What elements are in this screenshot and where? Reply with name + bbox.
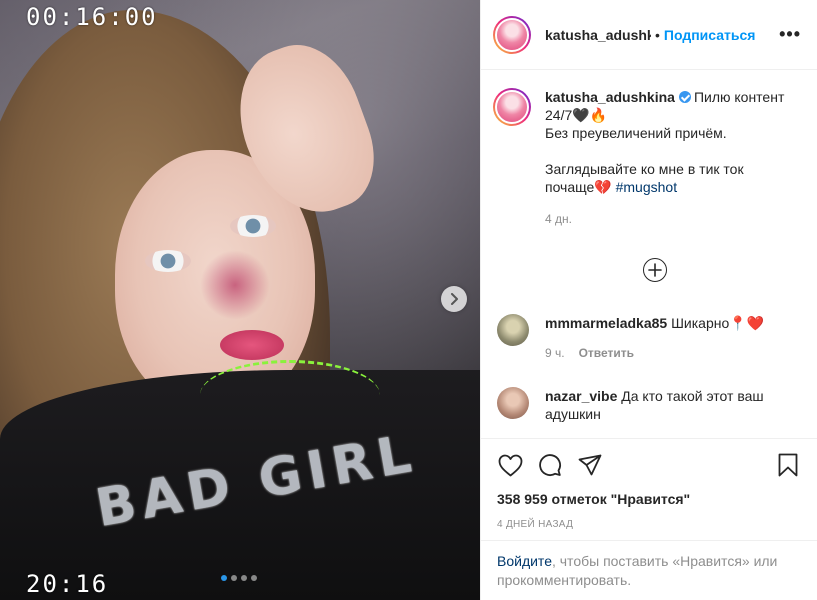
comment-item: mmmarmeladka85 Шикарно📍❤️ 9 ч. Ответить [497,314,790,362]
timestamp-bottom: 20:16 [26,570,109,598]
comment-avatar[interactable] [497,314,529,346]
reply-button[interactable]: Ответить [579,346,634,360]
more-options-icon[interactable]: ••• [779,24,801,45]
photo-shirt-trim [200,360,380,430]
post-sidebar: katusha_adushkina • Подписаться ••• katu… [480,0,817,600]
like-button[interactable] [497,452,523,478]
chevron-right-icon [451,293,458,305]
share-button[interactable] [577,452,603,478]
follow-button[interactable]: Подписаться [664,27,756,43]
load-more-comments-button[interactable] [643,258,667,282]
comment-body: Шикарно📍❤️ [671,315,765,331]
post-modal: BAD GIRL 00:16:00 20:16 katusha_adushkin… [0,0,817,600]
action-icons [497,439,801,491]
verified-badge-icon [678,91,691,103]
carousel-dot [241,575,247,581]
login-prompt: Войдите, чтобы поставить «Нравится» или … [481,540,817,600]
comment-time: 9 ч. [545,346,565,360]
comment-username[interactable]: nazar_vibe [545,388,617,404]
photo-eye-left [145,250,191,272]
caption-line-2: Без преувеличений причём. [545,125,727,141]
header-separator: • [655,26,660,43]
comment-icon [539,454,561,476]
header-username[interactable]: katusha_adushkina [545,27,651,43]
comment-button[interactable] [537,452,563,478]
comment-text: mmmarmeladka85 Шикарно📍❤️ 9 ч. Ответить [545,314,790,362]
comment-text: nazar_vibe Да кто такой этот ваш адушкин [545,387,790,423]
send-icon [578,454,602,476]
hashtag-link[interactable]: #mugshot [616,179,677,195]
comment-meta: 9 ч. Ответить [545,344,790,362]
post-caption: katusha_adushkina Пилю контент 24/7🖤🔥 Без… [493,88,801,228]
save-button[interactable] [775,452,801,478]
carousel-dot [231,575,237,581]
carousel-dots [221,575,257,581]
photo-eye-right [230,215,276,237]
carousel-dot [221,575,227,581]
photo-lips [220,330,284,360]
caption-avatar[interactable] [493,88,531,126]
post-actions: 358 959 отметок "Нравится" 4 ДНЕЙ НАЗАД [481,438,817,530]
likes-count[interactable]: 358 959 отметок "Нравится" [497,491,801,507]
carousel-dot [251,575,257,581]
comment-avatar[interactable] [497,387,529,419]
post-photo[interactable]: BAD GIRL 00:16:00 20:16 [0,0,480,600]
bookmark-icon [778,453,798,477]
caption-time: 4 дн. [545,212,572,226]
timestamp-top: 00:16:00 [26,3,158,31]
heart-icon [498,454,522,476]
plus-icon [648,263,662,277]
avatar[interactable] [493,15,531,54]
carousel-next-button[interactable] [441,286,467,312]
post-header: katusha_adushkina • Подписаться ••• [481,0,817,70]
photo-makeup [200,250,270,320]
comments-section: katusha_adushkina Пилю контент 24/7🖤🔥 Без… [481,70,817,438]
post-date[interactable]: 4 ДНЕЙ НАЗАД [497,519,801,530]
login-link[interactable]: Войдите [497,553,552,569]
caption-username[interactable]: katusha_adushkina [545,89,675,105]
caption-text: katusha_adushkina Пилю контент 24/7🖤🔥 Без… [545,88,790,228]
comment-item: nazar_vibe Да кто такой этот ваш адушкин [497,387,790,423]
comment-username[interactable]: mmmarmeladka85 [545,315,667,331]
